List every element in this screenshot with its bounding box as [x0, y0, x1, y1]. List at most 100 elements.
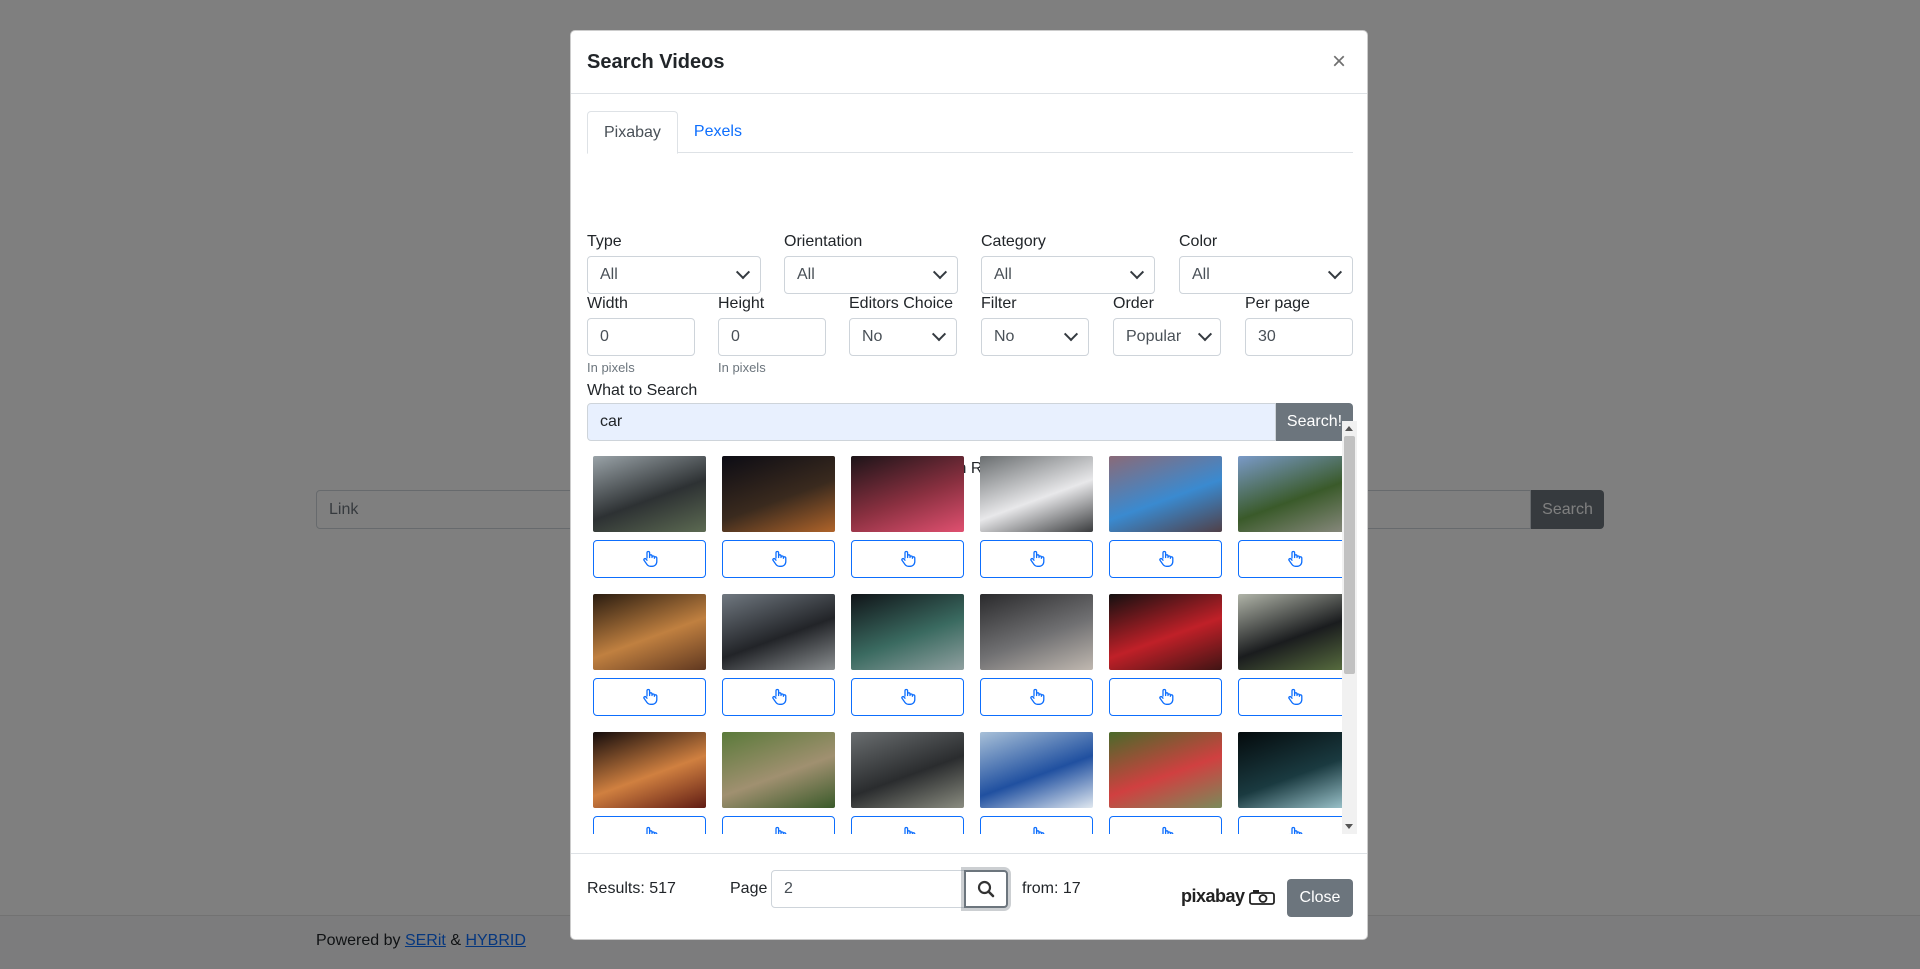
video-thumbnail[interactable] [722, 732, 835, 808]
height-label: Height [718, 295, 765, 312]
page-go-button[interactable] [964, 870, 1008, 908]
pointer-hand-icon [771, 688, 786, 705]
select-video-button[interactable] [851, 816, 964, 834]
select-video-button[interactable] [1109, 678, 1222, 716]
search-videos-modal: Search Videos × Pixabay Pexels Type All … [570, 30, 1368, 940]
video-thumbnail[interactable] [980, 456, 1093, 532]
video-thumbnail[interactable] [722, 594, 835, 670]
select-video-button[interactable] [1238, 540, 1351, 578]
pointer-hand-icon [1287, 688, 1302, 705]
pointer-hand-icon [1029, 550, 1044, 567]
modal-title: Search Videos [587, 50, 725, 73]
pointer-hand-icon [771, 550, 786, 567]
per-page-label: Per page [1245, 295, 1310, 312]
orientation-select-value: All [797, 266, 815, 283]
width-input[interactable]: 0 [587, 318, 695, 356]
editors-choice-select[interactable]: No [849, 318, 957, 356]
page-input[interactable]: 2 [771, 870, 965, 908]
chevron-down-icon [1063, 327, 1079, 342]
color-select-value: All [1192, 266, 1210, 283]
select-video-button[interactable] [722, 540, 835, 578]
scroll-down-arrow-icon[interactable] [1345, 824, 1353, 829]
result-item [1238, 732, 1351, 834]
filter-select-value: No [994, 328, 1015, 345]
chevron-down-icon [1197, 327, 1213, 342]
select-video-button[interactable] [1238, 678, 1351, 716]
pointer-hand-icon [1289, 826, 1302, 834]
result-item [1238, 594, 1351, 716]
results-scrollbar[interactable] [1342, 421, 1357, 834]
close-button[interactable]: Close [1287, 879, 1353, 917]
select-video-button[interactable] [593, 678, 706, 716]
pointer-hand-icon [902, 826, 915, 834]
select-video-button[interactable] [1238, 816, 1351, 834]
select-video-button[interactable] [1109, 816, 1222, 834]
order-label: Order [1113, 295, 1154, 312]
order-select[interactable]: Popular [1113, 318, 1221, 356]
tab-pixabay[interactable]: Pixabay [587, 111, 678, 154]
camera-icon [1248, 889, 1275, 905]
provider-tabs: Pixabay Pexels [587, 111, 1353, 154]
pointer-hand-icon [642, 688, 657, 705]
video-thumbnail[interactable] [1109, 456, 1222, 532]
orientation-select[interactable]: All [784, 256, 958, 294]
result-item [722, 456, 835, 578]
filter-label: Filter [981, 295, 1017, 312]
video-thumbnail[interactable] [1238, 732, 1351, 808]
pointer-hand-icon [1160, 826, 1173, 834]
pointer-hand-icon [900, 550, 915, 567]
type-select[interactable]: All [587, 256, 761, 294]
video-thumbnail[interactable] [851, 456, 964, 532]
scroll-up-arrow-icon[interactable] [1345, 426, 1353, 431]
result-item [593, 594, 706, 716]
what-to-search-label: What to Search [587, 382, 698, 399]
scroll-thumb[interactable] [1344, 436, 1355, 674]
tab-pexels[interactable]: Pexels [678, 111, 758, 153]
orientation-label: Orientation [784, 233, 863, 250]
video-thumbnail[interactable] [851, 594, 964, 670]
page-label: Page [730, 880, 768, 897]
select-video-button[interactable] [851, 540, 964, 578]
select-video-button[interactable] [980, 540, 1093, 578]
select-video-button[interactable] [722, 678, 835, 716]
video-thumbnail[interactable] [593, 456, 706, 532]
video-thumbnail[interactable] [593, 732, 706, 808]
result-item [1109, 456, 1222, 578]
video-thumbnail[interactable] [593, 594, 706, 670]
editors-choice-label: Editors Choice [849, 295, 954, 312]
select-video-button[interactable] [722, 816, 835, 834]
modal-header: Search Videos × [571, 31, 1367, 94]
select-video-button[interactable] [593, 540, 706, 578]
color-select[interactable]: All [1179, 256, 1353, 294]
per-page-input[interactable]: 30 [1245, 318, 1353, 356]
results-area[interactable] [581, 421, 1357, 834]
video-thumbnail[interactable] [1238, 594, 1351, 670]
video-thumbnail[interactable] [980, 594, 1093, 670]
video-thumbnail[interactable] [722, 456, 835, 532]
video-thumbnail[interactable] [1238, 456, 1351, 532]
modal-footer: Results: 517 Page 2 from: 17 pixabay Clo… [571, 853, 1367, 939]
pixabay-logo: pixabay [1181, 886, 1275, 907]
category-select[interactable]: All [981, 256, 1155, 294]
select-video-button[interactable] [593, 816, 706, 834]
height-input[interactable]: 0 [718, 318, 826, 356]
pointer-hand-icon [1158, 550, 1173, 567]
result-item [980, 732, 1093, 834]
select-video-button[interactable] [851, 678, 964, 716]
pointer-hand-icon [900, 688, 915, 705]
category-label: Category [981, 233, 1046, 250]
select-video-button[interactable] [980, 678, 1093, 716]
search-icon [977, 880, 995, 898]
video-thumbnail[interactable] [851, 732, 964, 808]
page-total: from: 17 [1022, 880, 1081, 897]
close-icon[interactable]: × [1327, 48, 1351, 75]
select-video-button[interactable] [1109, 540, 1222, 578]
video-thumbnail[interactable] [1109, 732, 1222, 808]
result-item [851, 594, 964, 716]
select-video-button[interactable] [980, 816, 1093, 834]
video-thumbnail[interactable] [980, 732, 1093, 808]
pointer-hand-icon [1031, 826, 1044, 834]
pointer-hand-icon [1029, 688, 1044, 705]
video-thumbnail[interactable] [1109, 594, 1222, 670]
filter-select[interactable]: No [981, 318, 1089, 356]
